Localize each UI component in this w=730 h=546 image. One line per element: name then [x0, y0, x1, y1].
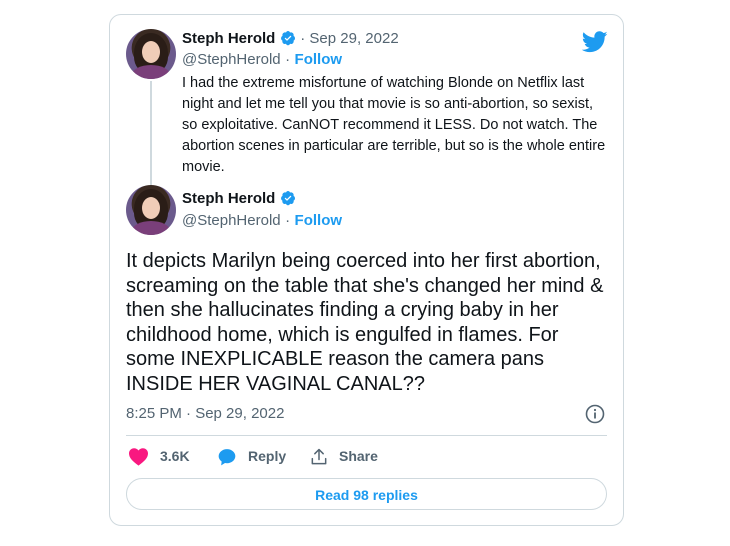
author-name[interactable]: Steph Herold: [182, 190, 275, 207]
like-count: 3.6K: [160, 448, 190, 464]
avatar[interactable]: [126, 29, 176, 79]
parent-tweet-header: Steph Herold · Sep 29, 2022: [182, 30, 399, 48]
main-tweet-text: It depicts Marilyn being coerced into he…: [126, 250, 604, 395]
dot-separator: ·: [285, 212, 291, 229]
parent-tweet-text: I had the extreme misfortune of watching…: [182, 75, 606, 175]
dot-separator: ·: [285, 51, 291, 68]
thread-connector-line: [150, 81, 152, 185]
tweet-embed-card: Steph Herold · Sep 29, 2022 @StephHerold…: [109, 14, 624, 526]
tweet-timestamp[interactable]: 8:25 PM · Sep 29, 2022: [126, 405, 284, 422]
follow-button[interactable]: Follow: [295, 51, 343, 68]
twitter-bird-icon[interactable]: [582, 31, 608, 53]
main-handle-row: @StephHerold · Follow: [182, 212, 342, 230]
author-handle[interactable]: @StephHerold: [182, 51, 281, 68]
main-tweet-header: Steph Herold: [182, 190, 296, 208]
author-handle[interactable]: @StephHerold: [182, 212, 281, 229]
author-name[interactable]: Steph Herold: [182, 30, 275, 47]
divider: [126, 435, 607, 436]
avatar[interactable]: [126, 185, 176, 235]
reply-bubble-icon: [218, 449, 236, 466]
tweet-date[interactable]: · Sep 29, 2022: [300, 30, 398, 47]
info-icon[interactable]: [585, 404, 605, 424]
share-label: Share: [339, 448, 378, 464]
follow-button[interactable]: Follow: [295, 212, 343, 229]
share-icon: [311, 448, 327, 465]
verified-badge-icon: [280, 191, 295, 206]
read-replies-button[interactable]: Read 98 replies: [126, 478, 607, 510]
reply-label: Reply: [248, 448, 287, 464]
heart-icon: [129, 448, 148, 466]
parent-handle-row: @StephHerold · Follow: [182, 51, 342, 69]
verified-badge-icon: [280, 31, 295, 46]
